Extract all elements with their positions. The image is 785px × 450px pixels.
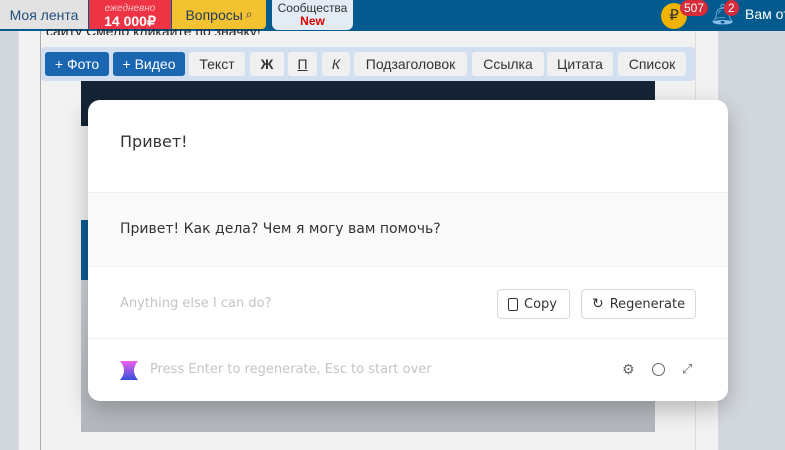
keyboard-hint: Press Enter to regenerate, Esc to start … xyxy=(150,362,432,377)
followup-input[interactable]: Anything else I can do? xyxy=(120,296,271,311)
nav-questions[interactable]: Вопросы ⌕ xyxy=(172,0,266,29)
italic-button[interactable]: К xyxy=(322,52,350,76)
expand-icon[interactable]: ⤢ xyxy=(682,363,696,377)
coins-badge: 507 xyxy=(680,0,709,16)
settings-icon[interactable]: ⚙ xyxy=(622,363,636,377)
nav-communities[interactable]: Сообщества New xyxy=(272,0,353,30)
link-button[interactable]: Ссылка xyxy=(472,52,544,76)
questions-label: Вопросы xyxy=(185,6,243,23)
text-button[interactable]: Текст xyxy=(189,52,245,76)
notif-badge: 2 xyxy=(724,0,739,16)
search-icon: ⌕ xyxy=(245,7,253,21)
nav-promo[interactable]: ежедневно 14 000₽ xyxy=(89,0,171,29)
add-video-button[interactable]: + Видео xyxy=(113,52,185,76)
promo-amount: 14 000₽ xyxy=(104,12,156,29)
page-text: сайту Смело кликайте по значку! xyxy=(46,29,261,35)
bold-button[interactable]: Ж xyxy=(250,52,284,76)
new-badge: New xyxy=(300,14,325,28)
user-menu[interactable]: Вам от xyxy=(745,6,785,22)
promo-label: ежедневно xyxy=(104,2,156,14)
history-icon[interactable] xyxy=(652,363,665,376)
refresh-icon: ↻ xyxy=(592,296,604,312)
add-photo-button[interactable]: + Фото xyxy=(45,52,109,76)
user-message: Привет! xyxy=(120,132,188,151)
editor-toolbar: + Фото + Видео Текст Ж П К Подзаголовок … xyxy=(41,47,695,81)
reply-section: Привет! Как дела? Чем я могу вам помочь? xyxy=(88,193,728,267)
underline-button[interactable]: П xyxy=(288,52,317,76)
copy-button[interactable]: Copy xyxy=(497,289,570,319)
subheading-button[interactable]: Подзаголовок xyxy=(354,52,467,76)
app-logo-icon xyxy=(120,361,138,380)
top-nav: Моя лента ежедневно 14 000₽ Вопросы ⌕ Соо… xyxy=(0,0,785,31)
regenerate-button[interactable]: ↻ Regenerate xyxy=(581,289,696,319)
assistant-reply: Привет! Как дела? Чем я могу вам помочь? xyxy=(120,221,441,237)
quote-button[interactable]: Цитата xyxy=(547,52,613,76)
copy-label: Copy xyxy=(524,296,557,312)
user-message-section: Привет! xyxy=(88,100,728,193)
divider xyxy=(40,31,41,450)
ai-assistant-dialog: Привет! Привет! Как дела? Чем я могу вам… xyxy=(88,100,728,401)
list-button[interactable]: Список xyxy=(618,52,686,76)
regenerate-label: Regenerate xyxy=(609,296,686,312)
clipboard-icon xyxy=(508,297,518,311)
nav-feed[interactable]: Моя лента xyxy=(0,0,88,29)
